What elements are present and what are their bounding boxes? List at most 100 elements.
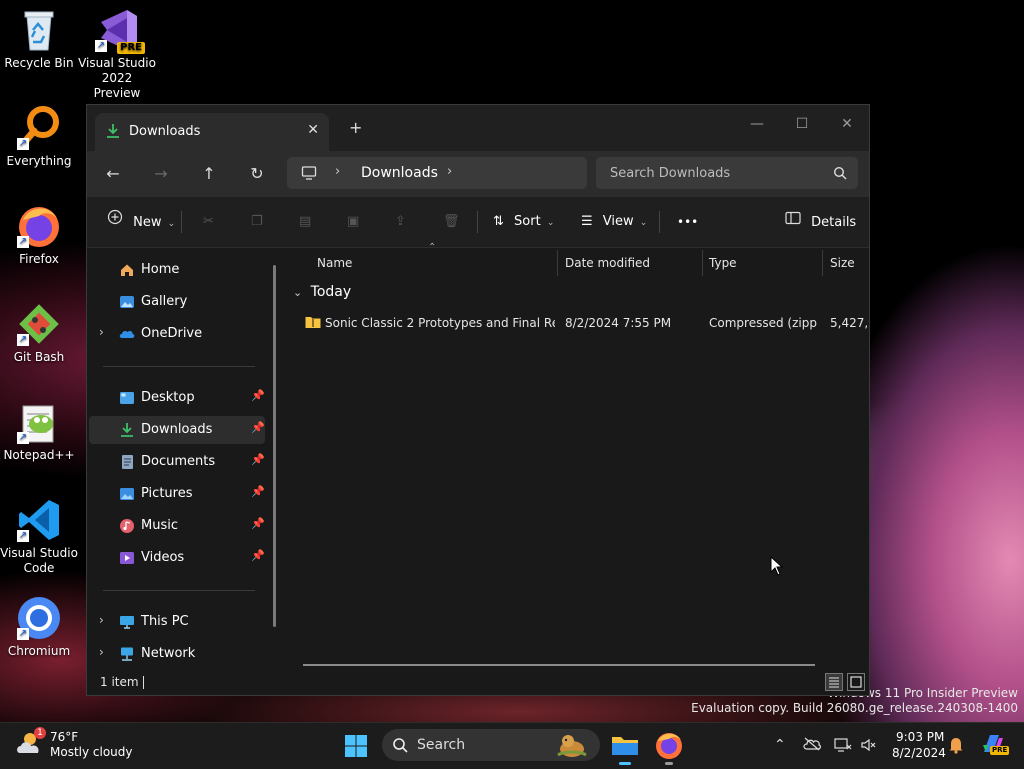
new-tab-button[interactable]: + xyxy=(349,118,362,137)
volume-muted-icon[interactable] xyxy=(860,737,876,757)
sidebar-item-label: Documents xyxy=(141,454,216,469)
cut-icon[interactable]: ✂ xyxy=(203,209,214,235)
sidebar-divider xyxy=(103,590,255,591)
sidebar-item-desktop[interactable]: Desktop 📌 xyxy=(89,384,265,412)
copilot-preview-button[interactable]: PRE xyxy=(980,732,1010,758)
more-options-button[interactable]: ••• xyxy=(677,209,698,235)
shortcut-arrow-icon: ↗ xyxy=(17,628,29,640)
windows-logo-icon xyxy=(345,735,367,757)
desktop-icon-visual-studio-code[interactable]: ↗ Visual Studio Code xyxy=(0,496,78,576)
up-button[interactable]: ↑ xyxy=(198,163,220,185)
search-icon[interactable] xyxy=(833,166,847,184)
back-button[interactable]: ← xyxy=(102,163,124,185)
sidebar-item-this-pc[interactable]: › This PC xyxy=(89,608,265,636)
sidebar-item-onedrive[interactable]: › OneDrive xyxy=(89,320,265,348)
recycle-bin-icon xyxy=(15,6,63,54)
clock-date[interactable]: 8/2/2024 xyxy=(892,746,946,760)
tab-downloads[interactable]: Downloads ✕ xyxy=(95,113,329,151)
desktop-icon-label: Firefox xyxy=(19,252,59,266)
sidebar-scrollbar[interactable] xyxy=(273,265,276,627)
sidebar-item-label: Home xyxy=(141,262,180,277)
table-row[interactable]: Sonic Classic 2 Prototypes and Final Rel… xyxy=(285,308,869,336)
clock-time[interactable]: 9:03 PM xyxy=(896,730,944,744)
start-button[interactable] xyxy=(344,734,368,762)
horizontal-scrollbar[interactable] xyxy=(303,664,815,666)
desktop-icon-recycle-bin[interactable]: Recycle Bin xyxy=(0,6,78,71)
desktop-icon-label: Chromium xyxy=(7,644,71,658)
taskbar-firefox[interactable] xyxy=(653,729,685,765)
pin-icon: 📌 xyxy=(251,421,265,434)
tiles-view-toggle-icon[interactable] xyxy=(847,673,865,691)
sidebar-item-gallery[interactable]: Gallery xyxy=(89,288,265,316)
shortcut-arrow-icon: ↗ xyxy=(17,138,29,150)
tab-bar: Downloads ✕ + — ☐ ✕ xyxy=(87,105,869,151)
minimize-button[interactable]: — xyxy=(737,111,777,137)
running-indicator xyxy=(665,762,673,765)
desktop-icon-git-bash[interactable]: ↗ Git Bash xyxy=(0,300,78,365)
taskbar-search-box[interactable]: Search xyxy=(382,729,600,761)
sort-caret-icon: ⌃ xyxy=(428,242,437,253)
sidebar-item-music[interactable]: Music 📌 xyxy=(89,512,265,540)
details-view-toggle-icon[interactable] xyxy=(825,673,843,691)
notepad-plus-plus-icon: ↗ xyxy=(15,398,63,446)
maximize-button[interactable]: ☐ xyxy=(782,111,822,137)
sidebar-item-home[interactable]: Home xyxy=(89,256,265,284)
taskbar-file-explorer[interactable] xyxy=(609,729,641,765)
desktop-icon-chromium[interactable]: ↗ Chromium xyxy=(0,594,78,659)
paste-icon[interactable]: ▤ xyxy=(299,209,311,235)
column-divider[interactable] xyxy=(822,250,823,276)
sidebar-divider xyxy=(103,366,255,367)
chevron-down-icon: ⌄ xyxy=(167,218,176,229)
address-bar[interactable]: › Downloads › xyxy=(287,157,587,189)
network-status-icon[interactable] xyxy=(834,737,852,757)
file-list: ⌃ Name Date modified Type Size ⌄ Today S… xyxy=(285,242,869,672)
column-divider[interactable] xyxy=(557,250,558,276)
group-header-today[interactable]: ⌄ Today xyxy=(293,284,351,300)
weather-temperature: 76°F xyxy=(50,730,79,744)
close-window-button[interactable]: ✕ xyxy=(827,111,867,137)
desktop-icon-firefox[interactable]: ↗ Firefox xyxy=(0,202,78,267)
column-header-size[interactable]: Size xyxy=(830,256,855,270)
sidebar-item-videos[interactable]: Videos 📌 xyxy=(89,544,265,572)
breadcrumb-downloads[interactable]: Downloads xyxy=(361,165,438,181)
onedrive-offline-icon[interactable] xyxy=(803,737,821,755)
document-icon xyxy=(119,454,135,470)
sidebar-item-network[interactable]: › Network xyxy=(89,640,265,668)
delete-icon[interactable]: 🗑 xyxy=(443,209,460,235)
breadcrumb-chevron-icon[interactable]: › xyxy=(447,164,452,179)
desktop-icon-label: Git Bash xyxy=(13,350,65,364)
close-tab-icon[interactable]: ✕ xyxy=(307,122,319,138)
sidebar-item-documents[interactable]: Documents 📌 xyxy=(89,448,265,476)
column-header-date-modified[interactable]: Date modified xyxy=(565,256,650,270)
desktop-icon-visual-studio-2022-preview[interactable]: PRE ↗ Visual Studio 2022 Preview xyxy=(78,6,156,101)
chevron-down-icon: ⌄ xyxy=(639,218,648,228)
chevron-right-icon[interactable]: › xyxy=(99,613,104,627)
column-divider[interactable] xyxy=(702,250,703,276)
notification-bell-icon[interactable] xyxy=(948,736,964,758)
new-button[interactable]: New ⌄ xyxy=(107,209,175,235)
show-hidden-icons-chevron-icon[interactable]: ⌃ xyxy=(774,737,786,753)
details-pane-button[interactable]: Details xyxy=(785,209,856,235)
view-button[interactable]: ☰ View ⌄ xyxy=(581,209,647,235)
desktop-icon-everything[interactable]: ↗ Everything xyxy=(0,104,78,169)
sidebar-item-label: Music xyxy=(141,518,178,533)
sidebar-item-pictures[interactable]: Pictures 📌 xyxy=(89,480,265,508)
breadcrumb-chevron-icon[interactable]: › xyxy=(335,164,340,179)
weather-alert-badge: 1 xyxy=(34,727,46,739)
sidebar-item-downloads[interactable]: Downloads 📌 xyxy=(89,416,265,444)
column-header-type[interactable]: Type xyxy=(709,256,737,270)
desktop-icon-notepad-plus-plus[interactable]: ↗ Notepad++ xyxy=(0,398,78,463)
file-explorer-icon xyxy=(612,737,638,755)
this-pc-icon xyxy=(119,614,135,630)
refresh-button[interactable]: ↻ xyxy=(246,163,268,185)
forward-button[interactable]: → xyxy=(150,163,172,185)
sort-button[interactable]: ⇅ Sort ⌄ xyxy=(493,209,554,235)
copy-icon[interactable]: ❐ xyxy=(251,209,263,235)
column-header-name[interactable]: Name xyxy=(317,256,352,270)
share-icon[interactable]: ⇪ xyxy=(395,209,406,235)
rename-icon[interactable]: ▣ xyxy=(347,209,359,235)
pin-icon: 📌 xyxy=(251,517,265,530)
search-input[interactable] xyxy=(596,157,858,189)
chevron-right-icon[interactable]: › xyxy=(99,645,104,659)
chevron-right-icon[interactable]: › xyxy=(99,325,104,339)
